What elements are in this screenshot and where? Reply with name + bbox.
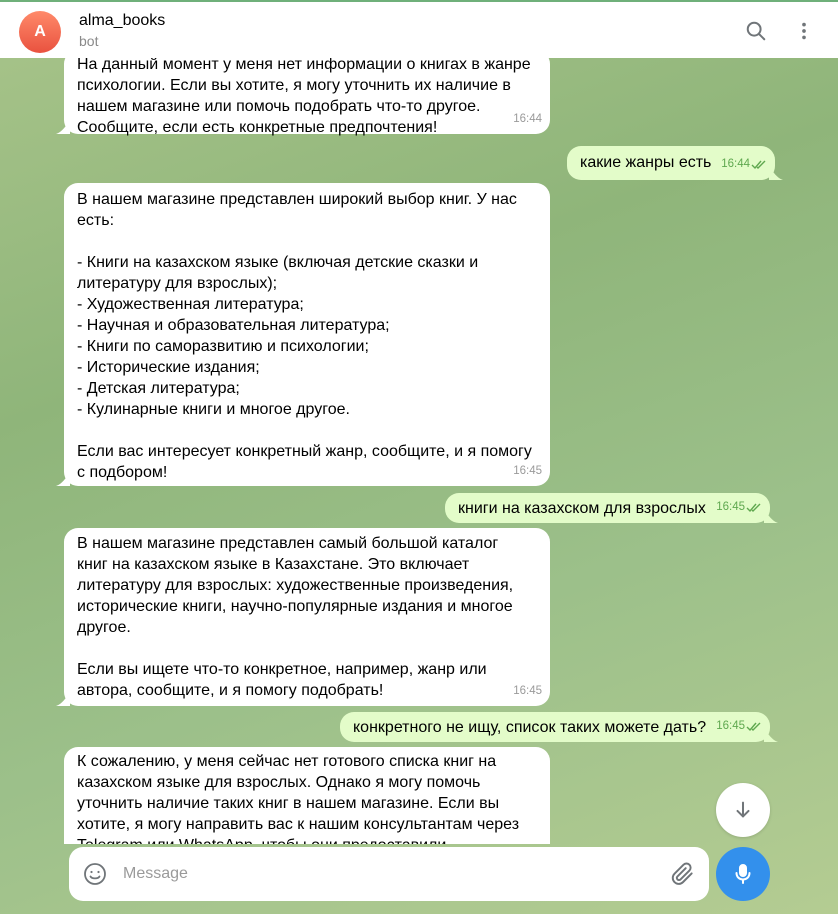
search-button[interactable]	[741, 16, 771, 46]
microphone-icon	[735, 864, 751, 884]
message-time: 16:44	[513, 113, 542, 125]
message-outgoing[interactable]: книги на казахском для взрослых 16:45	[445, 493, 778, 523]
search-icon	[746, 21, 766, 41]
message-text: В нашем магазине представлен самый больш…	[77, 535, 514, 699]
message-list[interactable]: На данный момент у меня нет информации о…	[0, 58, 838, 844]
message-incoming[interactable]: На данный момент у меня нет информации о…	[56, 58, 550, 136]
chat-subtitle: bot	[79, 33, 99, 49]
message-time: 16:45	[513, 465, 542, 477]
bubble-tail	[769, 166, 783, 180]
message-incoming[interactable]: В нашем магазине представлен самый больш…	[56, 528, 550, 706]
message-text: конкретного не ищу, список таких можете …	[353, 719, 707, 736]
voice-record-button[interactable]	[716, 847, 770, 901]
message-time-label: 16:45	[716, 501, 745, 513]
message-incoming[interactable]: К сожалению, у меня сейчас нет готового …	[64, 747, 550, 844]
chat-title[interactable]: alma_books	[79, 12, 165, 30]
avatar[interactable]: A	[19, 11, 61, 53]
message-text: В нашем магазине представлен широкий выб…	[77, 191, 532, 481]
double-check-icon	[746, 503, 761, 512]
more-menu-button[interactable]	[789, 16, 819, 46]
bubble-tail	[56, 472, 70, 486]
message-time: 16:45	[716, 716, 762, 737]
message-incoming[interactable]: В нашем магазине представлен широкий выб…	[56, 183, 550, 486]
paperclip-icon[interactable]	[670, 861, 696, 887]
scroll-to-bottom-button[interactable]	[716, 783, 770, 837]
message-text: книги на казахском для взрослых	[458, 500, 706, 517]
arrow-down-icon	[736, 801, 750, 818]
message-composer	[69, 847, 709, 901]
message-outgoing[interactable]: какие жанры есть 16:44	[567, 146, 783, 180]
message-time-label: 16:45	[716, 720, 745, 732]
chat-header: A alma_books bot	[0, 0, 838, 58]
double-check-icon	[746, 722, 761, 731]
smile-icon[interactable]	[83, 862, 107, 886]
message-time: 16:45	[513, 685, 542, 697]
message-text: К сожалению, у меня сейчас нет готового …	[77, 753, 520, 844]
bubble-tail	[764, 509, 778, 523]
bubble-tail	[764, 728, 778, 742]
message-outgoing[interactable]: конкретного не ищу, список таких можете …	[340, 712, 778, 742]
bubble-tail	[56, 692, 70, 706]
message-time: 16:45	[716, 497, 762, 518]
message-input[interactable]	[123, 859, 663, 889]
message-text: На данный момент у меня нет информации о…	[77, 58, 531, 136]
double-check-icon	[751, 160, 766, 169]
message-time: 16:44	[721, 154, 767, 175]
bubble-tail	[56, 120, 70, 134]
more-vertical-icon	[802, 22, 806, 40]
message-time-label: 16:44	[721, 158, 750, 170]
